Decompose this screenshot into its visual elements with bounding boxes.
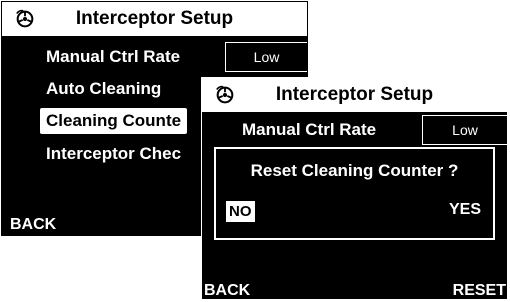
- reset-counter-dialog: Reset Cleaning Counter ? NO YES: [214, 147, 495, 240]
- manual-ctrl-rate-value[interactable]: Low: [422, 115, 507, 145]
- back-softkey[interactable]: BACK: [204, 282, 250, 299]
- reset-softkey[interactable]: RESET: [453, 282, 506, 299]
- interceptor-setup-screen-front: Interceptor Setup Manual Ctrl Rate Low R…: [201, 77, 508, 300]
- menu-item-manual-ctrl-rate[interactable]: Manual Ctrl Rate: [242, 120, 376, 140]
- page-title: Interceptor Setup: [75, 8, 234, 29]
- menu-item-manual-ctrl-rate[interactable]: Manual Ctrl Rate: [46, 47, 180, 67]
- title-bar: Interceptor Setup: [2, 2, 307, 36]
- no-button[interactable]: NO: [226, 201, 255, 222]
- dialog-question: Reset Cleaning Counter ?: [250, 161, 459, 180]
- back-softkey[interactable]: BACK: [10, 216, 56, 234]
- menu-item-interceptor-check[interactable]: Interceptor Chec: [46, 144, 181, 164]
- title-bar: Interceptor Setup: [202, 78, 507, 112]
- manual-ctrl-rate-value[interactable]: Low: [225, 42, 307, 72]
- page-title: Interceptor Setup: [275, 84, 434, 105]
- menu-item-cleaning-counter[interactable]: Cleaning Counte: [40, 108, 188, 134]
- menu-item-auto-cleaning[interactable]: Auto Cleaning: [46, 79, 161, 99]
- yes-button[interactable]: YES: [449, 201, 481, 219]
